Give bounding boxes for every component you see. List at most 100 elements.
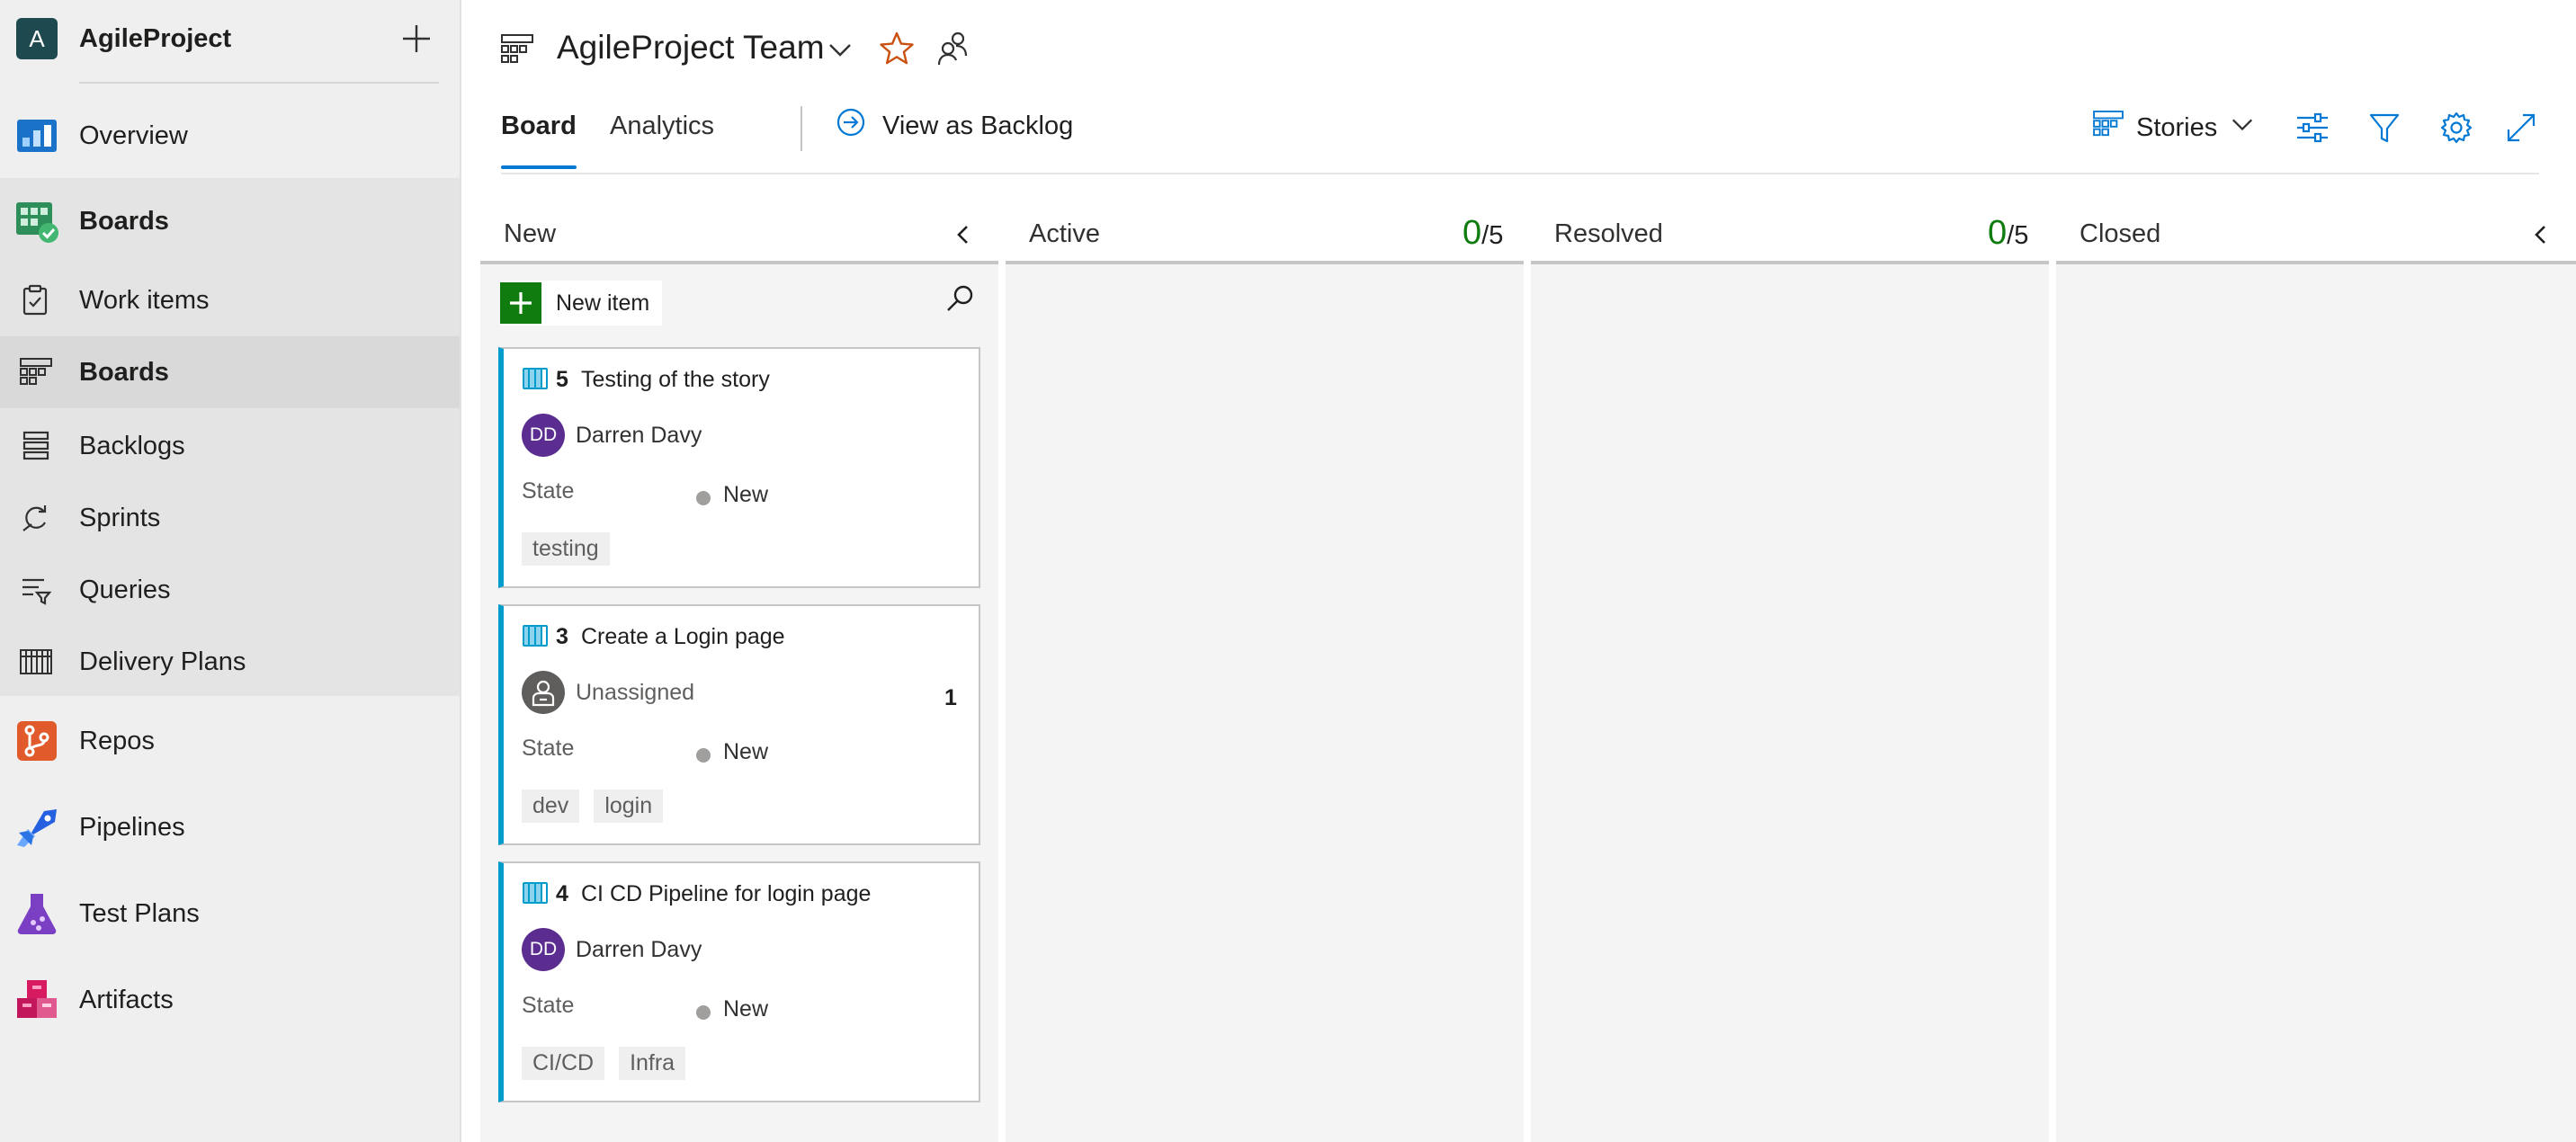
work-item-title[interactable]: Testing of the story [581,367,770,393]
wip-limit: /5 [1481,221,1504,250]
chevron-down-icon[interactable] [827,36,854,67]
nav-label: Sprints [79,503,161,532]
nav-label: Boards [79,206,169,236]
divider [79,82,439,84]
search-icon [945,283,976,318]
wip-current: 0 [1462,214,1482,252]
wip-limit: /5 [2007,221,2029,250]
board-grid-icon [18,354,54,390]
nav-queries[interactable]: Queries [0,565,460,615]
tag[interactable]: login [594,790,664,823]
divider [801,106,802,151]
new-item-label: New item [556,290,650,316]
star-icon[interactable] [879,31,915,71]
tag[interactable]: Infra [619,1047,686,1080]
assignee-name[interactable]: Darren Davy [576,937,702,963]
backlog-level-label: Stories [2136,112,2218,142]
nav-label: Queries [79,575,171,604]
tab-analytics[interactable]: Analytics [610,112,714,141]
column-name: Resolved [1554,219,1663,248]
work-item-id: 4 [556,881,568,906]
filter-button[interactable] [2365,110,2404,149]
search-button[interactable] [943,282,979,318]
nav-repos[interactable]: Repos [0,714,460,768]
plus-icon [500,282,541,324]
clipboard-icon [18,282,54,318]
nav-label: Overview [79,120,188,150]
unassigned-avatar-icon[interactable] [522,671,565,714]
tag[interactable]: dev [522,790,580,823]
column-name: New [504,219,557,248]
work-item-card[interactable]: 3 Create a Login page Unassigned 1 State… [498,604,980,845]
nav-boards[interactable]: Boards [0,178,460,264]
fullscreen-button[interactable] [2501,110,2541,149]
avatar[interactable]: DD [522,414,565,457]
work-item-card[interactable]: 5 Testing of the story DD Darren Davy St… [498,347,980,588]
column-name: Active [1029,219,1100,248]
sprint-icon [18,500,54,536]
chevron-left-icon[interactable] [2527,221,2554,253]
nav-sprints[interactable]: Sprints [0,493,460,543]
test-plans-icon [14,891,59,936]
wip-count: 0/5 [1988,214,2028,253]
state-value[interactable]: New [723,996,768,1022]
repos-icon [14,718,59,763]
nav-pipelines[interactable]: Pipelines [0,800,460,854]
backlog-level-selector[interactable]: Stories [2093,108,2255,147]
arrow-right-circle-icon [836,107,866,145]
work-item-title[interactable]: CI CD Pipeline for login page [581,881,871,907]
work-item-title[interactable]: Create a Login page [581,624,785,650]
tab-board[interactable]: Board [501,112,577,141]
nav-label: Repos [79,726,155,755]
settings-button[interactable] [2437,110,2476,149]
project-header: A AgileProject [0,0,460,83]
nav-label: Work items [79,285,210,315]
wip-count: 0/5 [1462,214,1503,253]
nav-label: Delivery Plans [79,647,246,676]
assignee-name[interactable]: Unassigned [576,680,694,706]
project-avatar[interactable]: A [16,18,58,59]
settings-sliders-icon [2295,112,2330,148]
work-item-card[interactable]: 4 CI CD Pipeline for login page DD Darre… [498,861,980,1102]
nav-test-plans[interactable]: Test Plans [0,887,460,941]
tag[interactable]: testing [522,532,610,566]
child-count-badge[interactable]: 1 [944,685,957,711]
nav-work-items[interactable]: Work items [0,275,460,326]
state-dot [696,748,711,763]
add-icon[interactable] [396,18,437,59]
column-name: Closed [2080,219,2161,248]
divider [501,173,2539,174]
nav-overview[interactable]: Overview [0,112,460,160]
avatar[interactable]: DD [522,928,565,971]
column-body-closed [2056,264,2576,1142]
tag[interactable]: CI/CD [522,1047,605,1080]
nav-backlogs[interactable]: Backlogs [0,421,460,471]
nav-artifacts[interactable]: Artifacts [0,973,460,1027]
user-story-icon [522,881,549,909]
view-options-button[interactable] [2293,110,2332,149]
new-item-button[interactable]: New item [500,281,663,326]
project-name[interactable]: AgileProject [79,24,231,54]
state-label: State [522,736,575,761]
active-tab-indicator [501,165,577,169]
team-name[interactable]: AgileProject Team [557,29,825,67]
backlog-icon [18,428,54,464]
assignee-name[interactable]: Darren Davy [576,423,702,449]
team-members-icon[interactable] [936,31,969,71]
nav-label: Pipelines [79,812,185,842]
chevron-down-icon [2230,112,2255,144]
nav-delivery-plans[interactable]: Delivery Plans [0,637,460,687]
state-value[interactable]: New [723,739,768,765]
nav-label: Boards [79,357,169,387]
expand-icon [2505,112,2537,148]
view-as-backlog-link[interactable]: View as Backlog [836,108,1073,144]
column-body-resolved [1531,264,2049,1142]
chevron-left-icon[interactable] [950,221,977,253]
state-value[interactable]: New [723,482,768,508]
nav-boards-sub[interactable]: Boards [0,336,460,408]
tag-list: testing [522,532,610,566]
board-grid-icon [2093,111,2124,145]
filter-icon [2368,112,2401,148]
boards-subnav [0,264,460,696]
state-label: State [522,478,575,504]
